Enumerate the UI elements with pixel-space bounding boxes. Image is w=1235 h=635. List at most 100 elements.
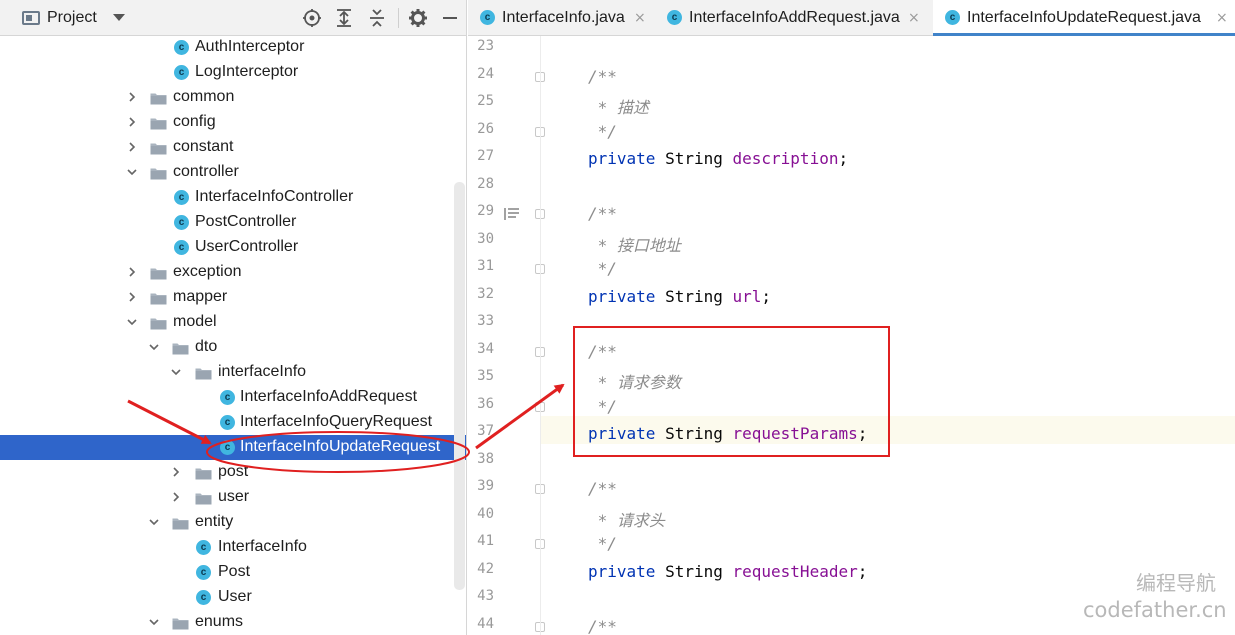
folder-icon <box>150 267 167 280</box>
tree-class-loginterceptor[interactable]: c LogInterceptor <box>0 60 466 85</box>
tree-class-authinterceptor[interactable]: c AuthInterceptor <box>0 35 466 60</box>
tree-class-interfaceinfocontroller[interactable]: c InterfaceInfoController <box>0 185 466 210</box>
line-number: 28 <box>477 175 494 192</box>
tree-class-user[interactable]: c User <box>0 585 466 610</box>
tree-folder-model[interactable]: model <box>0 310 466 335</box>
watermark-site: codefather.cn <box>1083 598 1227 622</box>
chevron-right-icon[interactable] <box>126 291 138 303</box>
tab-interfaceinfo-java[interactable]: c InterfaceInfo.java × <box>468 0 650 36</box>
java-class-icon: c <box>480 10 495 25</box>
code-line: /** <box>588 204 617 223</box>
java-class-icon: c <box>220 390 235 405</box>
toolbar-separator <box>398 8 399 28</box>
folder-icon <box>150 117 167 130</box>
line-number: 42 <box>477 560 494 577</box>
tree-folder-post[interactable]: post <box>0 460 466 485</box>
code-line: * 描述 <box>588 98 649 117</box>
chevron-down-icon[interactable] <box>148 616 160 628</box>
folder-icon <box>195 467 212 480</box>
chevron-right-icon[interactable] <box>170 466 182 478</box>
chevron-down-icon[interactable] <box>113 14 125 21</box>
tree-class-interfaceinfoaddrequest[interactable]: c InterfaceInfoAddRequest <box>0 385 466 410</box>
line-number: 30 <box>477 230 494 247</box>
tree-item-label: LogInterceptor <box>195 63 299 80</box>
tree-item-label: PostController <box>195 213 297 230</box>
code-editor: c InterfaceInfo.java × c InterfaceInfoAd… <box>468 0 1235 635</box>
tree-folder-dto[interactable]: dto <box>0 335 466 360</box>
line-number: 31 <box>477 258 494 274</box>
gear-icon[interactable] <box>407 7 429 29</box>
project-header: Project <box>0 0 466 36</box>
code-line: private String description; <box>588 149 849 168</box>
tree-class-interfaceinfo[interactable]: c InterfaceInfo <box>0 535 466 560</box>
tree-class-postcontroller[interactable]: c PostController <box>0 210 466 235</box>
tab-label: InterfaceInfo.java <box>502 9 625 26</box>
tree-folder-user[interactable]: user <box>0 485 466 510</box>
tree-item-label: InterfaceInfoUpdateRequest <box>240 438 441 455</box>
close-icon[interactable]: × <box>634 10 646 26</box>
chevron-right-icon[interactable] <box>126 116 138 128</box>
java-class-icon: c <box>667 10 682 25</box>
line-gutter: 23 24 25 26 27 28 29 30 31 32 33 34 35 36 37 38 39 40 41 42… <box>468 36 545 635</box>
chevron-right-icon[interactable] <box>170 491 182 503</box>
tree-item-label: common <box>173 88 235 105</box>
tree-scrollbar[interactable] <box>454 182 465 590</box>
highlight-box <box>573 326 890 457</box>
tab-interfaceinfoaddrequest-java[interactable]: c InterfaceInfoAddRequest.java × <box>655 0 931 36</box>
tree-class-post[interactable]: c Post <box>0 560 466 585</box>
expand-all-icon[interactable] <box>333 7 355 29</box>
java-class-icon: c <box>220 415 235 430</box>
locate-icon[interactable] <box>301 7 323 29</box>
folder-icon <box>195 492 212 505</box>
collapse-all-icon[interactable] <box>366 7 388 29</box>
code-line: /** <box>588 66 617 86</box>
tree-folder-config[interactable]: config <box>0 110 466 135</box>
tree-item-label: controller <box>173 163 239 180</box>
tree-folder-interfaceinfo[interactable]: interfaceInfo <box>0 360 466 385</box>
code-line: private String requestHeader; <box>588 561 868 581</box>
editor-tab-bar: c InterfaceInfo.java × c InterfaceInfoAd… <box>468 0 1235 36</box>
tree-item-label: dto <box>195 338 218 355</box>
tree-item-label: User <box>218 588 252 605</box>
line-number: 35 <box>477 368 494 384</box>
project-title[interactable]: Project <box>47 9 97 27</box>
chevron-down-icon[interactable] <box>148 516 160 528</box>
line-number: 33 <box>477 313 494 329</box>
doc-render-icon[interactable] <box>504 207 520 221</box>
chevron-down-icon[interactable] <box>126 316 138 328</box>
tree-item-label: AuthInterceptor <box>195 38 305 55</box>
close-icon[interactable]: × <box>908 10 920 26</box>
tree-folder-entity[interactable]: entity <box>0 510 466 535</box>
tree-folder-enums[interactable]: enums <box>0 610 466 635</box>
folder-icon <box>172 617 189 630</box>
tree-folder-exception[interactable]: exception <box>0 260 466 285</box>
tree-folder-constant[interactable]: constant <box>0 135 466 160</box>
close-icon[interactable]: × <box>1216 10 1228 26</box>
chevron-down-icon[interactable] <box>170 366 182 378</box>
chevron-down-icon[interactable] <box>148 341 160 353</box>
java-class-icon: c <box>196 565 211 580</box>
code-line: private String url; <box>588 286 772 306</box>
chevron-right-icon[interactable] <box>126 91 138 103</box>
tree-item-label: mapper <box>173 288 228 305</box>
watermark-title: 编程导航 <box>1136 571 1216 595</box>
tree-class-interfaceinfoqueryrequest[interactable]: c InterfaceInfoQueryRequest <box>0 410 466 435</box>
code-line: */ <box>588 259 617 278</box>
line-number: 44 <box>477 615 494 632</box>
tree-class-interfaceinfoupdaterequest[interactable]: c InterfaceInfoUpdateRequest <box>0 435 466 460</box>
tree-folder-common[interactable]: common <box>0 85 466 110</box>
line-number: 27 <box>477 148 494 164</box>
tree-class-usercontroller[interactable]: c UserController <box>0 235 466 260</box>
chevron-right-icon[interactable] <box>126 266 138 278</box>
folder-icon <box>172 342 189 355</box>
tree-folder-mapper[interactable]: mapper <box>0 285 466 310</box>
chevron-down-icon[interactable] <box>126 166 138 178</box>
minimize-icon[interactable] <box>439 7 461 29</box>
chevron-right-icon[interactable] <box>126 141 138 153</box>
java-class-icon: c <box>196 540 211 555</box>
tab-interfaceinfoupdaterequest-java[interactable]: c InterfaceInfoUpdateRequest.java × <box>933 0 1235 36</box>
tree-item-label: interfaceInfo <box>218 363 307 380</box>
java-class-icon: c <box>174 40 189 55</box>
tree-item-label: model <box>173 313 217 330</box>
tree-folder-controller[interactable]: controller <box>0 160 466 185</box>
